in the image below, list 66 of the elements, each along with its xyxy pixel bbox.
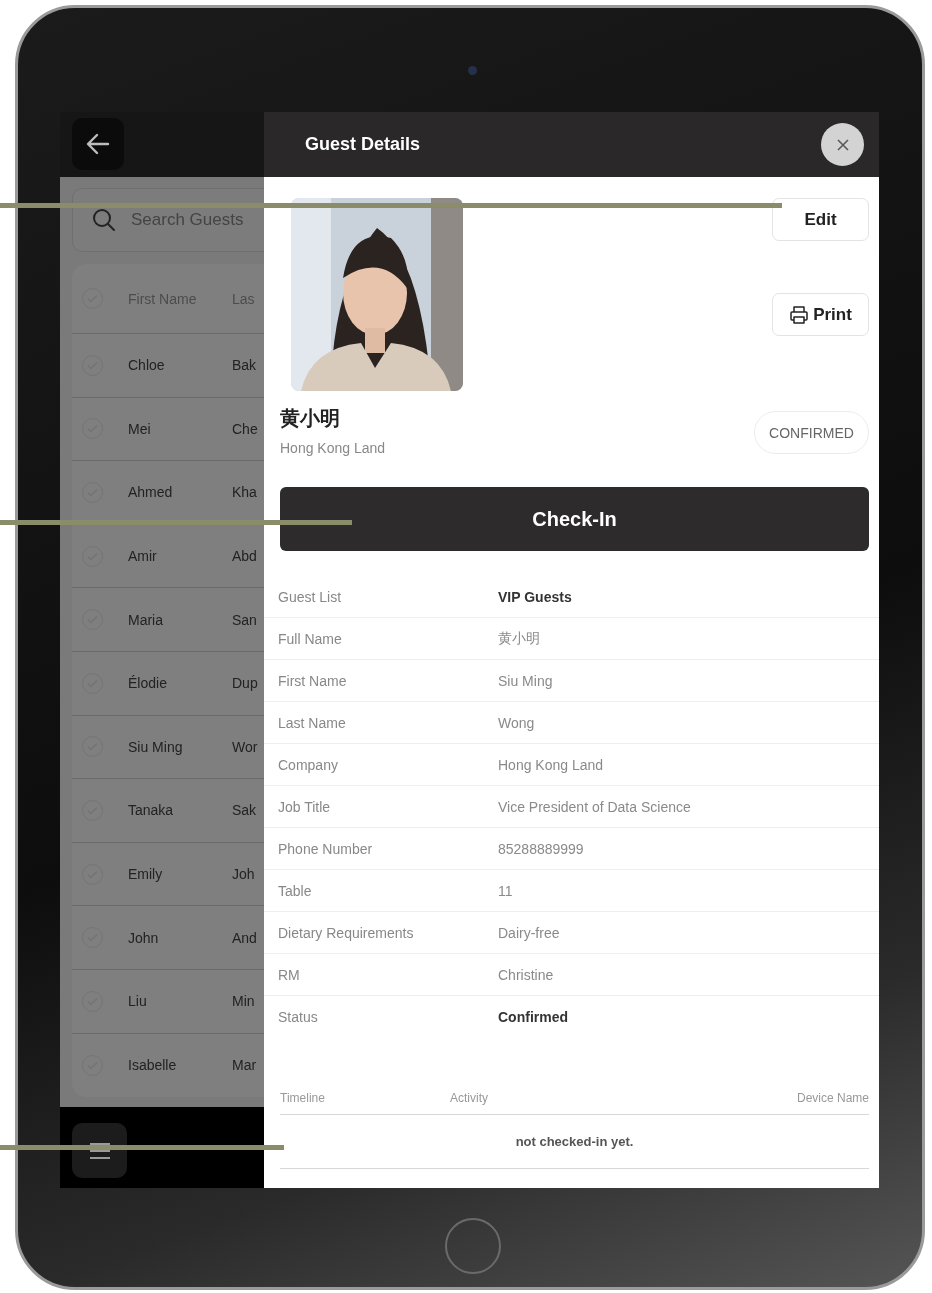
detail-label: Job Title bbox=[278, 798, 332, 815]
close-button[interactable] bbox=[821, 123, 864, 166]
menu-icon bbox=[88, 1141, 111, 1160]
table-cell-text: Sak bbox=[232, 802, 258, 819]
table-cell-text: San bbox=[232, 611, 258, 628]
table-cell-text: Mei bbox=[128, 420, 152, 437]
table-cell-text: Tanaka bbox=[128, 802, 175, 819]
table-cell-text: And bbox=[232, 929, 258, 946]
table-cell-text: Siu Ming bbox=[128, 738, 184, 755]
table-cell-text: Joh bbox=[232, 866, 256, 883]
detail-label: RM bbox=[278, 966, 301, 983]
camera-dot bbox=[468, 66, 477, 75]
table-cell-text: Liu bbox=[128, 993, 148, 1010]
detail-value: 11 bbox=[498, 882, 514, 899]
search-icon bbox=[92, 208, 116, 232]
column-header: Activity bbox=[450, 1090, 489, 1105]
detail-label: Table bbox=[278, 882, 313, 899]
detail-value: Vice President of Data Science bbox=[498, 798, 692, 815]
empty-message: not checked-in yet. bbox=[515, 1134, 634, 1149]
detail-value: Siu Ming bbox=[498, 672, 554, 689]
detail-value: Wong bbox=[498, 714, 536, 731]
detail-label: Phone Number bbox=[278, 840, 374, 857]
detail-label: Full Name bbox=[278, 630, 343, 647]
detail-label: Status bbox=[278, 1009, 319, 1025]
edit-button[interactable]: Edit bbox=[772, 198, 869, 241]
detail-value: Confirmed bbox=[498, 1009, 569, 1025]
detail-label: Company bbox=[278, 756, 339, 773]
table-cell-text: Maria bbox=[128, 611, 164, 628]
table-cell-text: Emily bbox=[128, 866, 164, 883]
printer-icon bbox=[789, 304, 810, 325]
column-header: Timeline bbox=[280, 1090, 326, 1105]
table-cell-text: Che bbox=[232, 420, 259, 437]
table-cell-text: Wor bbox=[232, 738, 259, 755]
table-cell-text: Abd bbox=[232, 548, 258, 565]
table-cell-text: Amir bbox=[128, 548, 158, 565]
home-button[interactable] bbox=[445, 1218, 501, 1274]
column-header: Device Name bbox=[796, 1090, 869, 1105]
table-cell-text: Isabelle bbox=[128, 1057, 178, 1074]
print-button[interactable]: Print bbox=[772, 293, 869, 336]
table-cell-text: Ahmed bbox=[128, 484, 174, 501]
close-icon bbox=[836, 138, 849, 151]
table-cell-text: Kha bbox=[232, 484, 258, 501]
table-cell-text: Dup bbox=[232, 675, 259, 692]
table-cell-text: Mar bbox=[232, 1057, 258, 1074]
check-in-button[interactable]: Check-In bbox=[280, 487, 869, 551]
detail-label: Guest List bbox=[278, 588, 343, 605]
table-cell-text: John bbox=[128, 929, 160, 946]
guest-name: 黄小明 bbox=[280, 406, 341, 431]
table-cell-text: Élodie bbox=[128, 675, 168, 692]
table-cell-text: Min bbox=[232, 993, 256, 1010]
panel-title: Guest Details bbox=[305, 134, 421, 155]
back-button[interactable] bbox=[72, 118, 124, 170]
table-cell-text: Bak bbox=[232, 357, 258, 374]
back-arrow-icon bbox=[86, 133, 110, 155]
detail-value: Hong Kong Land bbox=[498, 756, 605, 773]
detail-value: Christine bbox=[498, 966, 555, 983]
table-cell-text: Chloe bbox=[128, 357, 166, 374]
detail-label: First Name bbox=[278, 672, 348, 689]
guest-company: Hong Kong Land bbox=[280, 440, 387, 456]
detail-label: Last Name bbox=[278, 714, 347, 731]
detail-value: 85288889999 bbox=[498, 840, 585, 857]
detail-value: Dairy-free bbox=[498, 924, 561, 941]
detail-value: VIP Guests bbox=[498, 588, 573, 605]
detail-value: 黄小明 bbox=[498, 629, 541, 648]
search-field[interactable]: Search Guests bbox=[72, 188, 264, 252]
detail-label: Dietary Requirements bbox=[278, 924, 415, 941]
